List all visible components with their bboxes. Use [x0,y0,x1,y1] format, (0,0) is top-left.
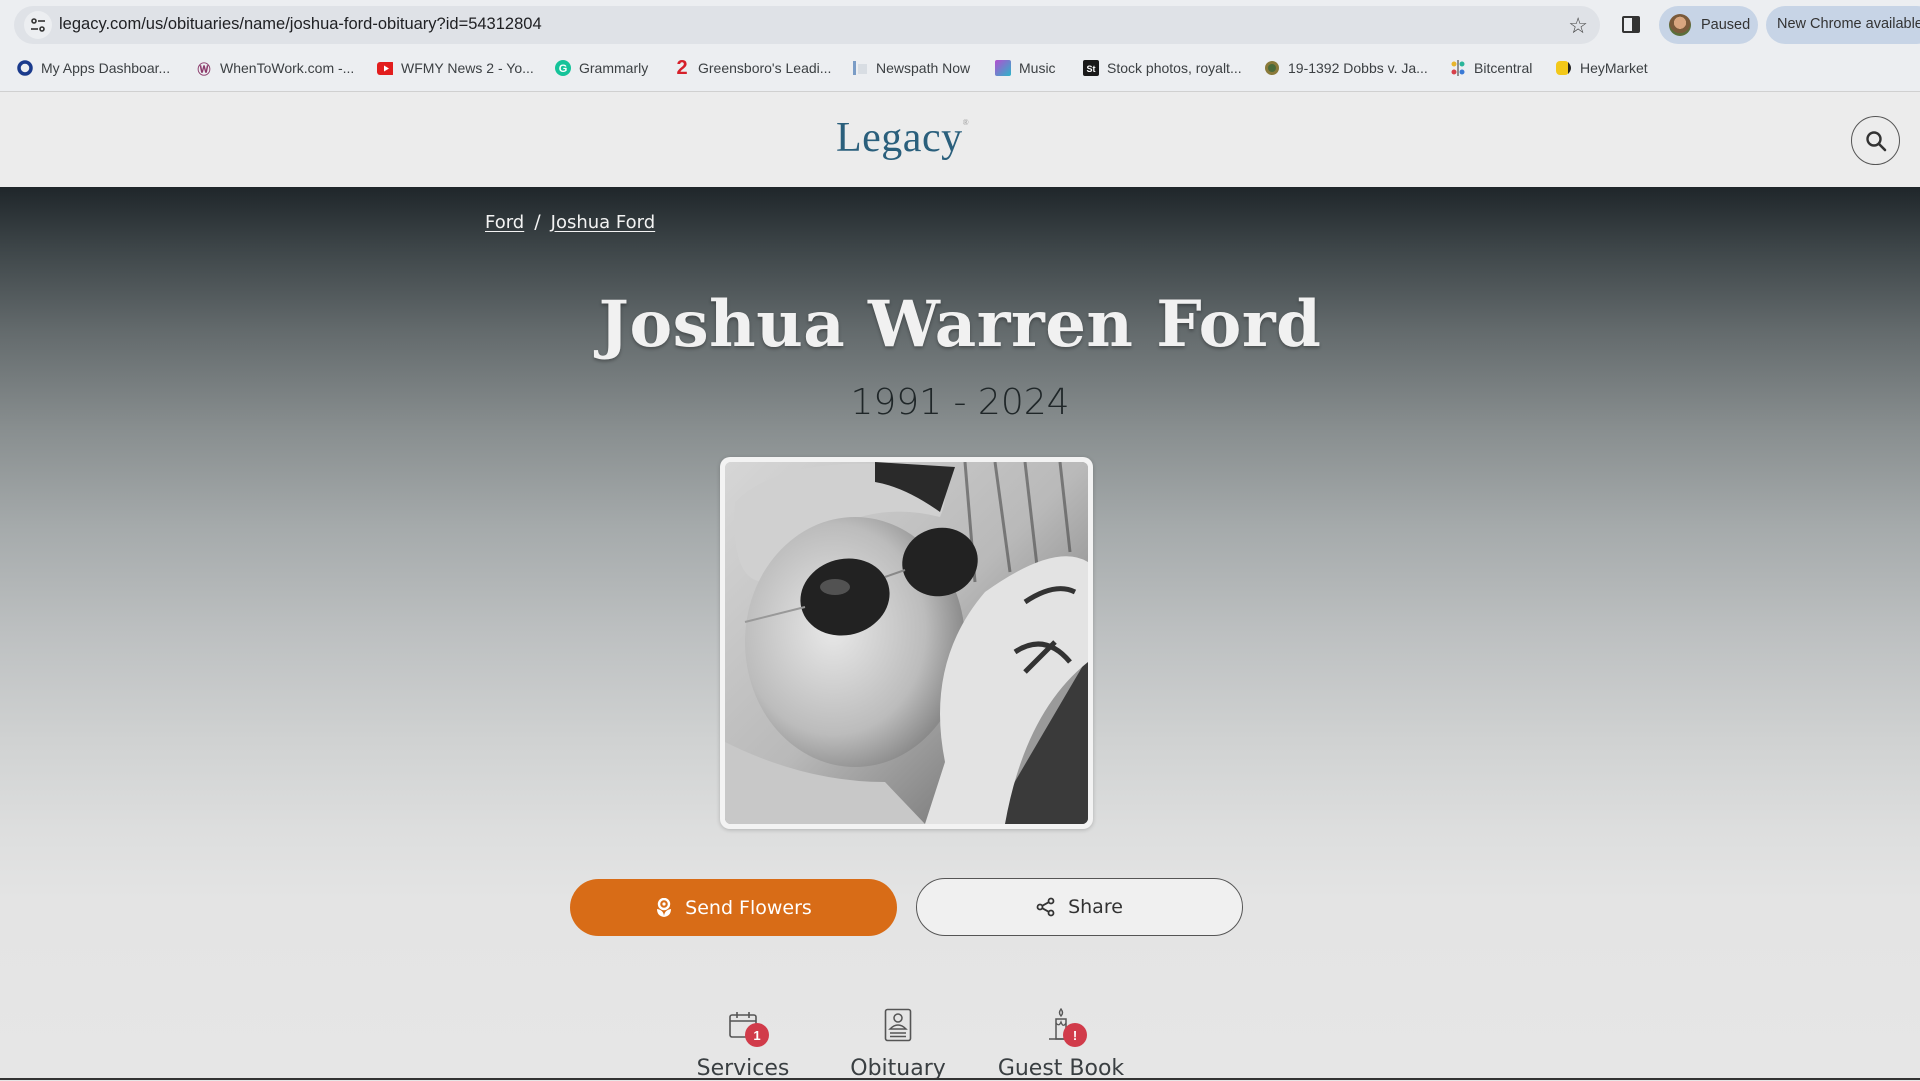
life-dates: 1991 - 2024 [850,382,1070,423]
flower-icon [657,897,672,917]
bookmark-label: My Apps Dashboar... [41,60,171,76]
obituary-portrait-icon [884,1008,912,1042]
bookmark-newspath[interactable]: Newspath Now [852,60,970,76]
search-button[interactable] [1851,116,1900,165]
share-label: Share [1068,896,1123,918]
portrait-photo[interactable] [725,462,1088,824]
deceased-name: Joshua Warren Ford [598,287,1322,362]
obituary-hero: Ford / Joshua Ford Joshua Warren Ford 19… [0,187,1920,1081]
newspath-icon [852,60,868,76]
legacy-logo[interactable]: Legacy® [836,114,969,162]
bookmark-stock-photos[interactable]: St Stock photos, royalt... [1083,60,1242,76]
services-count-badge: 1 [745,1023,769,1047]
profile-button[interactable]: Paused [1659,6,1758,44]
send-flowers-label: Send Flowers [685,896,812,919]
stock-photos-icon: St [1083,60,1099,76]
breadcrumb-item-joshua-ford[interactable]: Joshua Ford [551,212,656,233]
search-icon [1865,130,1886,151]
tab-guest-book[interactable]: ! Guest Book [998,1005,1124,1081]
bookmark-wfmy[interactable]: WFMY News 2 - Yo... [377,60,534,76]
bookmark-label: Grammarly [579,60,649,76]
update-chrome-button[interactable]: New Chrome available [1766,6,1920,44]
bookmark-star-icon[interactable]: ☆ [1568,13,1588,39]
bookmark-label: 19-1392 Dobbs v. Ja... [1288,60,1428,76]
breadcrumb: Ford / Joshua Ford [485,211,655,233]
address-bar[interactable]: legacy.com/us/obituaries/name/joshua-for… [14,6,1600,44]
bookmark-bitcentral[interactable]: Bitcentral [1450,60,1532,76]
heymarket-icon [1556,60,1572,76]
share-button[interactable]: Share [916,878,1243,936]
registered-mark: ® [962,118,970,127]
obituary-tabs: 1 Services Obituary ! Guest Book [0,1005,1920,1081]
bookmark-my-apps[interactable]: My Apps Dashboar... [17,60,170,76]
tab-services[interactable]: 1 Services [697,1005,789,1081]
bookmark-dobbs[interactable]: 19-1392 Dobbs v. Ja... [1264,60,1428,76]
portrait-frame [720,457,1093,829]
music-icon [995,60,1011,76]
guest-book-alert-badge: ! [1063,1023,1087,1047]
site-info-icon[interactable] [24,11,52,39]
bookmarks-bar: My Apps Dashboar... Ⓦ WhenToWork.com -..… [0,50,1920,92]
site-header: Legacy® [0,92,1920,187]
bookmark-music[interactable]: Music [995,60,1056,76]
bookmark-label: Newspath Now [876,60,971,76]
seal-icon [1264,60,1280,76]
bookmark-whentowork[interactable]: Ⓦ WhenToWork.com -... [196,60,355,77]
bitcentral-icon [1450,60,1466,76]
bookmark-label: WFMY News 2 - Yo... [401,60,534,76]
greensboro-icon: 2 [676,56,688,79]
youtube-icon [377,60,393,76]
tab-obituary[interactable]: Obituary [850,1005,946,1081]
bookmark-label: Stock photos, royalt... [1107,60,1242,76]
grammarly-icon: G [555,60,571,76]
breadcrumb-separator: / [534,211,541,233]
bookmark-heymarket[interactable]: HeyMarket [1556,60,1648,76]
browser-toolbar: legacy.com/us/obituaries/name/joshua-for… [0,0,1920,50]
portrait-illustration [725,462,1088,824]
send-flowers-button[interactable]: Send Flowers [570,879,897,936]
bookmark-label: WhenToWork.com -... [220,60,355,76]
bookmark-grammarly[interactable]: G Grammarly [555,60,648,76]
share-icon [1036,897,1055,917]
svg-text:G: G [559,63,568,75]
bookmark-label: Greensboro's Leadi... [698,60,832,76]
my-apps-icon [17,60,33,76]
avatar [1669,14,1691,36]
bookmark-greensboro[interactable]: 2 Greensboro's Leadi... [674,56,832,79]
breadcrumb-item-ford[interactable]: Ford [485,212,524,233]
bookmark-label: HeyMarket [1580,60,1648,76]
side-panel-icon[interactable] [1622,16,1640,33]
bookmark-label: Bitcentral [1474,60,1533,76]
url-text[interactable]: legacy.com/us/obituaries/name/joshua-for… [59,15,542,34]
whentowork-icon: Ⓦ [197,61,211,77]
logo-text: Legacy [836,115,963,161]
bookmark-label: Music [1019,60,1056,76]
profile-status: Paused [1701,17,1751,33]
svg-text:St: St [1087,64,1096,74]
